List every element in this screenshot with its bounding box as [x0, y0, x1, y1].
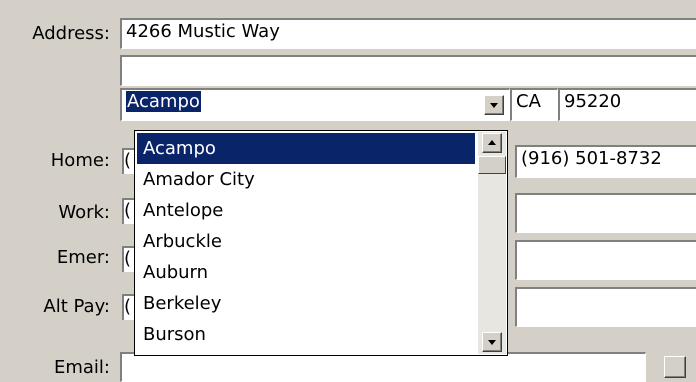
city-combo[interactable]: Acampo	[120, 88, 510, 121]
email-field[interactable]	[120, 352, 646, 382]
city-option[interactable]: Berkeley	[137, 288, 475, 319]
scroll-down-button[interactable]	[482, 332, 502, 352]
scroll-down-icon	[488, 340, 496, 345]
city-option[interactable]: Arbuckle	[137, 226, 475, 257]
zip-field[interactable]: 95220	[558, 88, 696, 121]
work-label: Work:	[58, 202, 110, 223]
state-field[interactable]: CA	[510, 88, 558, 121]
home-phone-secondary-field[interactable]: (916) 501-8732	[515, 145, 696, 178]
work-phone-secondary-field[interactable]	[515, 193, 696, 233]
dropdown-scrollbar[interactable]	[478, 132, 506, 354]
alt-pay-phone-secondary-field[interactable]	[515, 287, 696, 327]
address-line2-field[interactable]	[120, 55, 696, 86]
city-option[interactable]: Acampo	[137, 133, 475, 164]
city-dropdown-list[interactable]: Acampo Amador City Antelope Arbuckle Aub…	[134, 130, 508, 356]
city-dropdown-button[interactable]	[484, 95, 504, 115]
home-label: Home:	[50, 150, 110, 171]
chevron-down-icon	[490, 103, 498, 108]
email-label: Email:	[53, 357, 110, 378]
email-button[interactable]	[664, 356, 686, 378]
scroll-up-icon	[488, 140, 496, 145]
city-combo-value: Acampo	[126, 91, 201, 112]
address-line1-field[interactable]: 4266 Mustic Way	[120, 18, 696, 49]
scroll-up-button[interactable]	[482, 133, 502, 153]
city-option[interactable]: Antelope	[137, 195, 475, 226]
city-option[interactable]: Auburn	[137, 257, 475, 288]
city-option[interactable]: Burson	[137, 319, 475, 350]
emer-label: Emer:	[56, 247, 110, 268]
address-label: Address:	[32, 23, 110, 44]
alt-pay-label: Alt Pay:	[43, 296, 110, 317]
emer-phone-secondary-field[interactable]	[515, 240, 696, 280]
city-option[interactable]: Amador City	[137, 164, 475, 195]
scroll-thumb[interactable]	[478, 156, 506, 174]
